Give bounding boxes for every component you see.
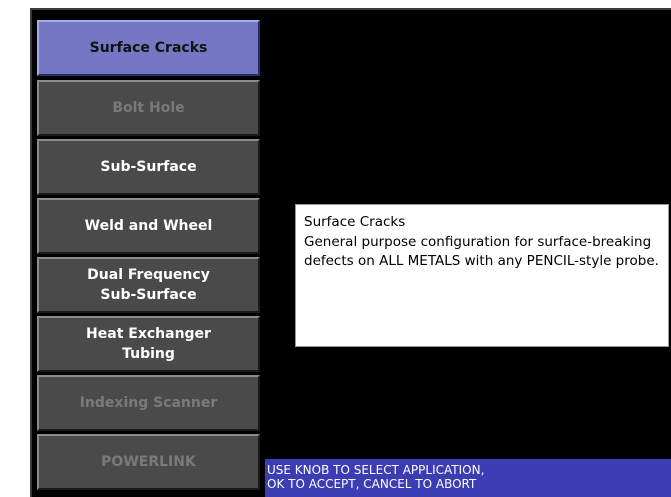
menu-item-label: Weld and Wheel xyxy=(84,218,213,234)
menu-item-powerlink[interactable]: POWERLINK xyxy=(37,434,260,490)
menu-item-label-line2: Tubing xyxy=(122,346,175,362)
description-title: Surface Cracks xyxy=(304,214,406,230)
menu-item-sub-surface[interactable]: Sub-Surface xyxy=(37,139,260,195)
menu-item-label-line1: Heat Exchanger xyxy=(86,326,211,342)
menu-item-label-line2: Sub-Surface xyxy=(100,287,197,303)
menu-item-surface-cracks[interactable]: Surface Cracks xyxy=(37,20,260,76)
menu-item-indexing-scanner[interactable]: Indexing Scanner xyxy=(37,375,260,431)
menu-item-dual-frequency-sub-surface[interactable]: Dual Frequency Sub-Surface xyxy=(37,257,260,313)
menu-item-label: Sub-Surface xyxy=(100,159,197,175)
menu-item-weld-and-wheel[interactable]: Weld and Wheel xyxy=(37,198,260,254)
status-bar: USE KNOB TO SELECT APPLICATION, OK TO AC… xyxy=(265,459,671,497)
description-body: General purpose configuration for surfac… xyxy=(304,233,659,270)
status-line-1: USE KNOB TO SELECT APPLICATION, xyxy=(267,463,485,477)
menu-item-label: Surface Cracks xyxy=(89,40,208,56)
instrument-screen: Surface Cracks Bolt Hole Sub-Surface Wel… xyxy=(30,8,671,497)
status-line-2: OK TO ACCEPT, CANCEL TO ABORT xyxy=(267,477,477,491)
menu-item-label-line1: Dual Frequency xyxy=(87,267,210,283)
menu-item-label: POWERLINK xyxy=(101,454,196,470)
application-description-box: Surface Cracks General purpose configura… xyxy=(295,204,669,347)
menu-item-bolt-hole[interactable]: Bolt Hole xyxy=(37,80,260,136)
menu-item-heat-exchanger-tubing[interactable]: Heat Exchanger Tubing xyxy=(37,316,260,372)
menu-item-label: Bolt Hole xyxy=(112,100,185,116)
menu-item-label: Indexing Scanner xyxy=(79,395,218,411)
